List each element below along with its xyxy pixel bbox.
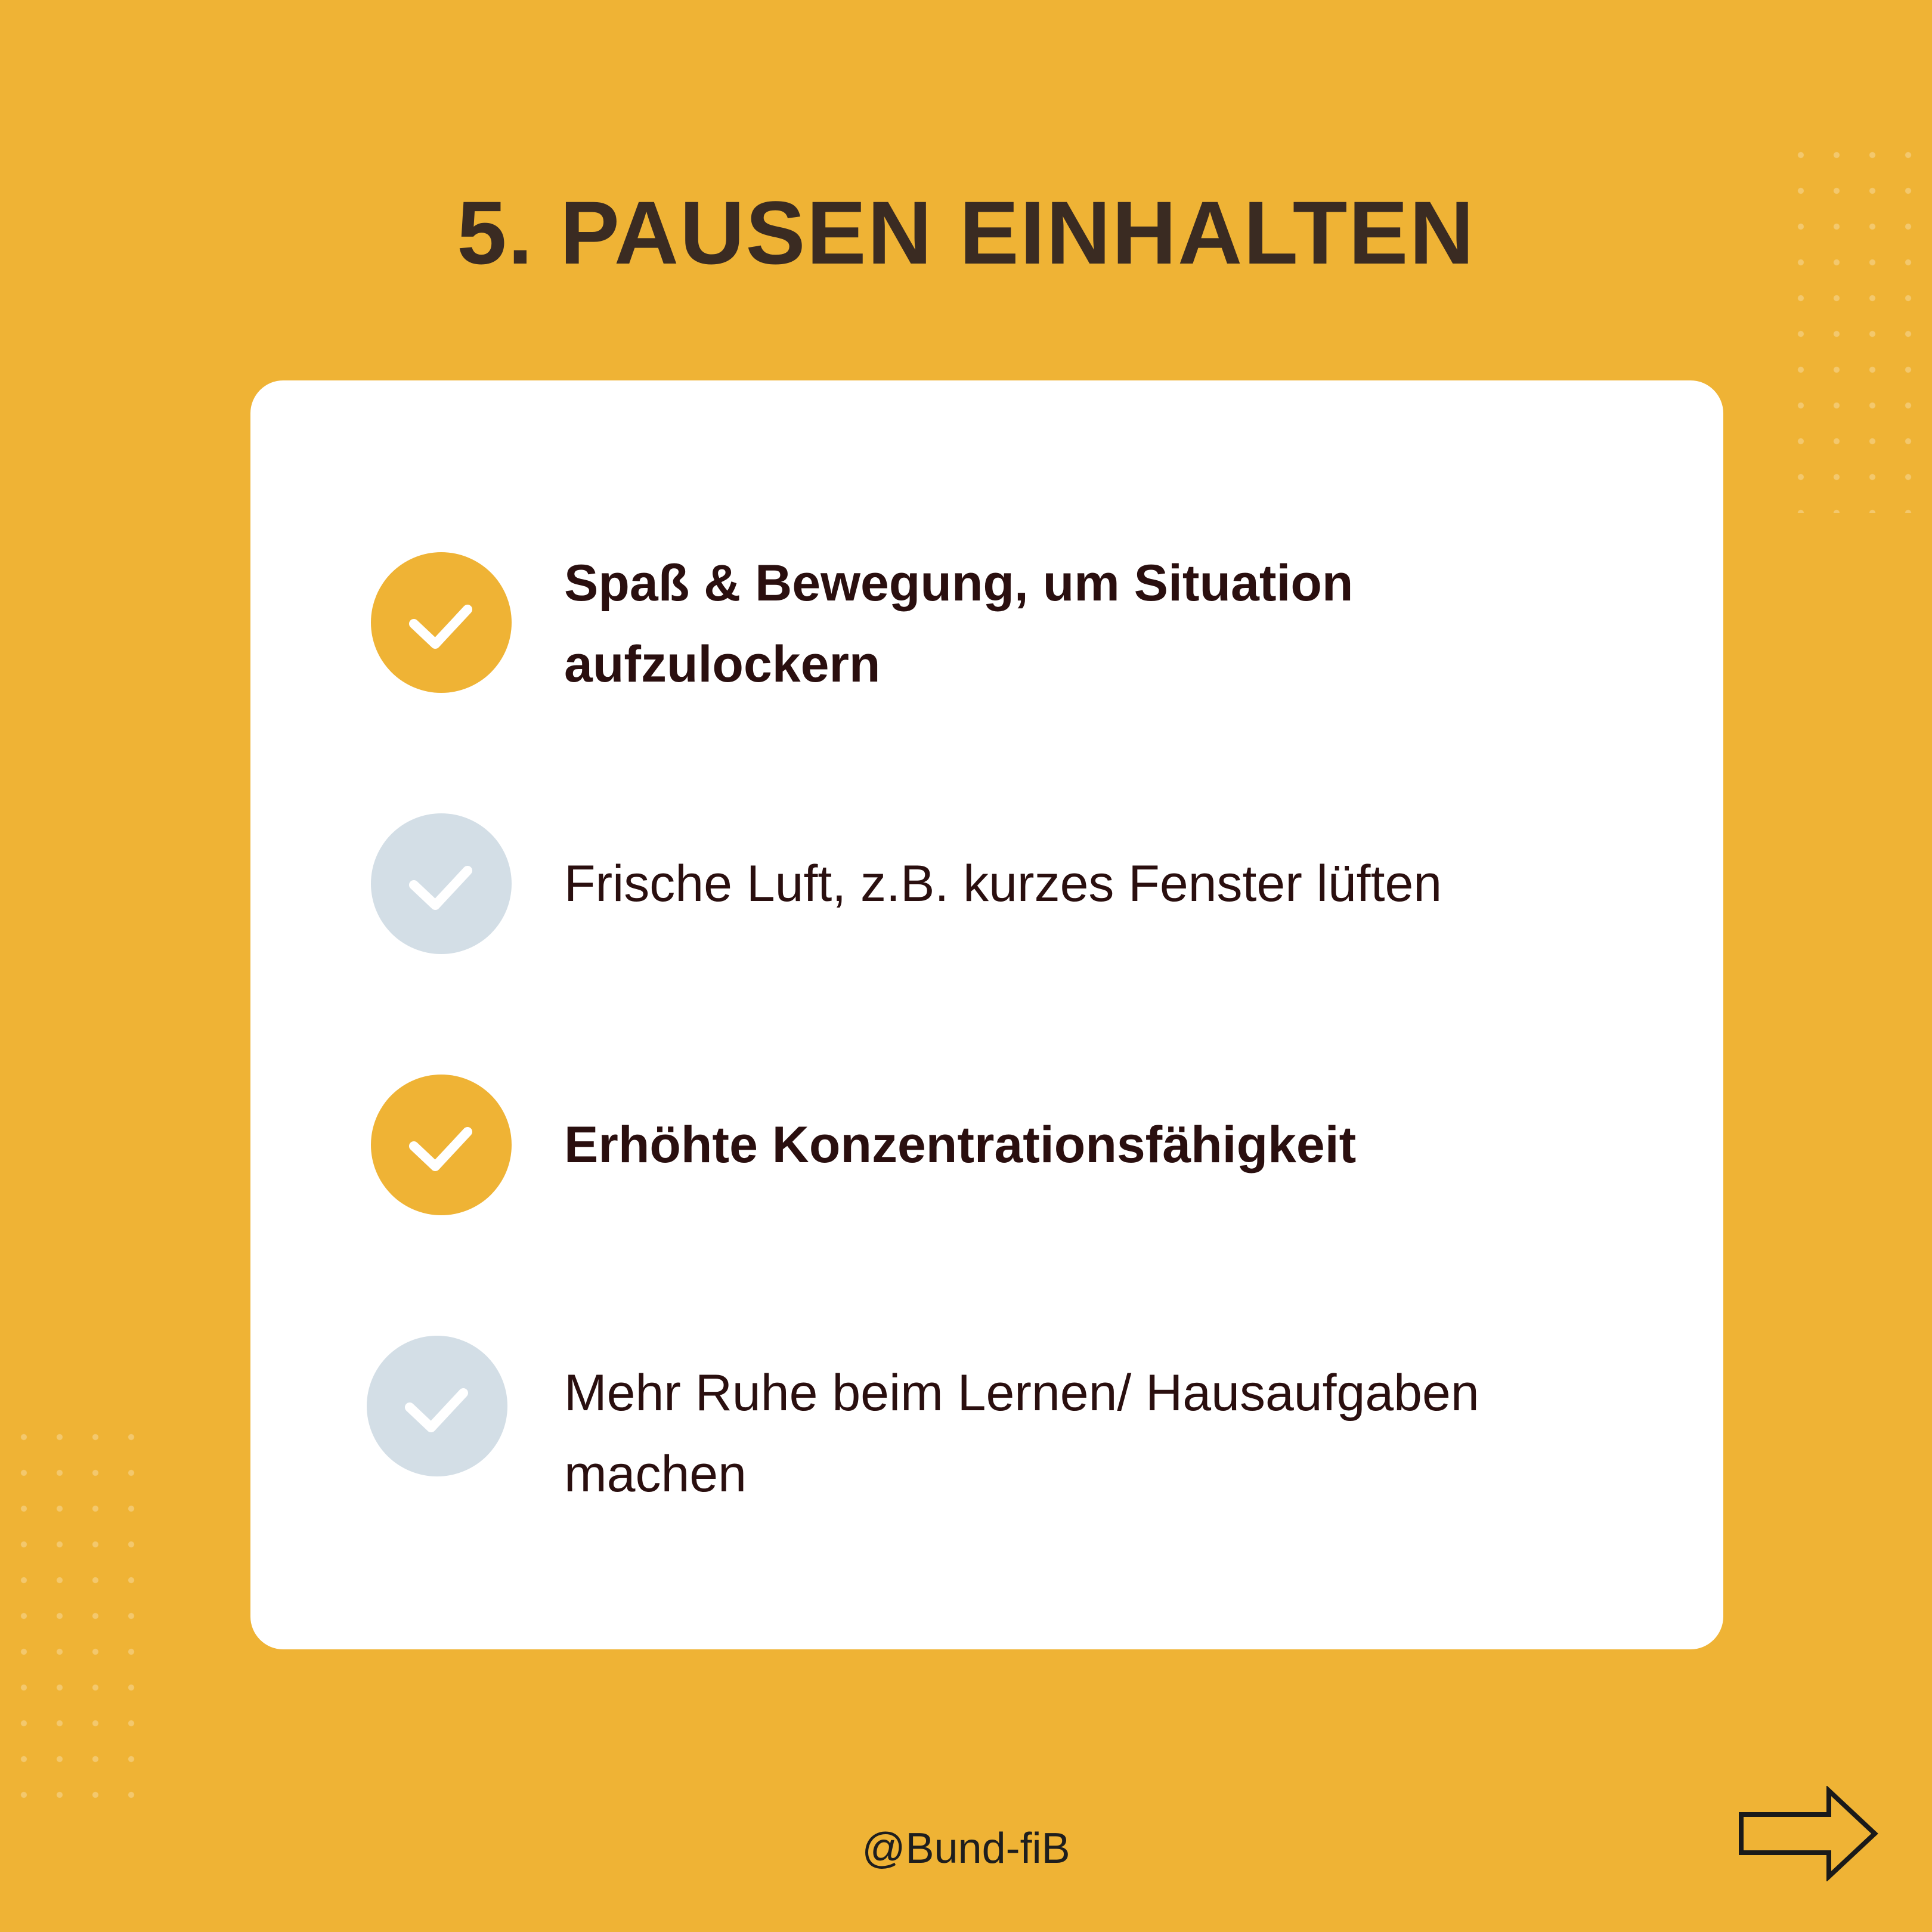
checklist-item-text: Spaß & Bewegung, um Situation aufzulocke… — [564, 555, 1354, 693]
footer-handle: @Bund-fiB — [862, 1825, 1070, 1872]
check-icon — [371, 813, 512, 954]
check-icon — [371, 1075, 512, 1215]
checklist-item-text: Erhöhte Konzentrationsfähigkeit — [564, 1116, 1357, 1174]
check-icon — [371, 552, 512, 693]
checklist-item-text: Mehr Ruhe beim Lernen/ Hausaufgaben mach… — [564, 1364, 1479, 1503]
checklist-item-text: Frische Luft, z.B. kurzes Fenster lüften — [564, 855, 1442, 912]
checklist-card: Spaß & Bewegung, um Situation aufzulocke… — [250, 380, 1723, 1649]
check-icon — [367, 1336, 507, 1476]
arrow-right-icon[interactable] — [1736, 1786, 1880, 1881]
decorative-dot-grid — [6, 1419, 149, 1801]
page-title: 5. PAUSEN EINHALTEN — [457, 182, 1475, 283]
